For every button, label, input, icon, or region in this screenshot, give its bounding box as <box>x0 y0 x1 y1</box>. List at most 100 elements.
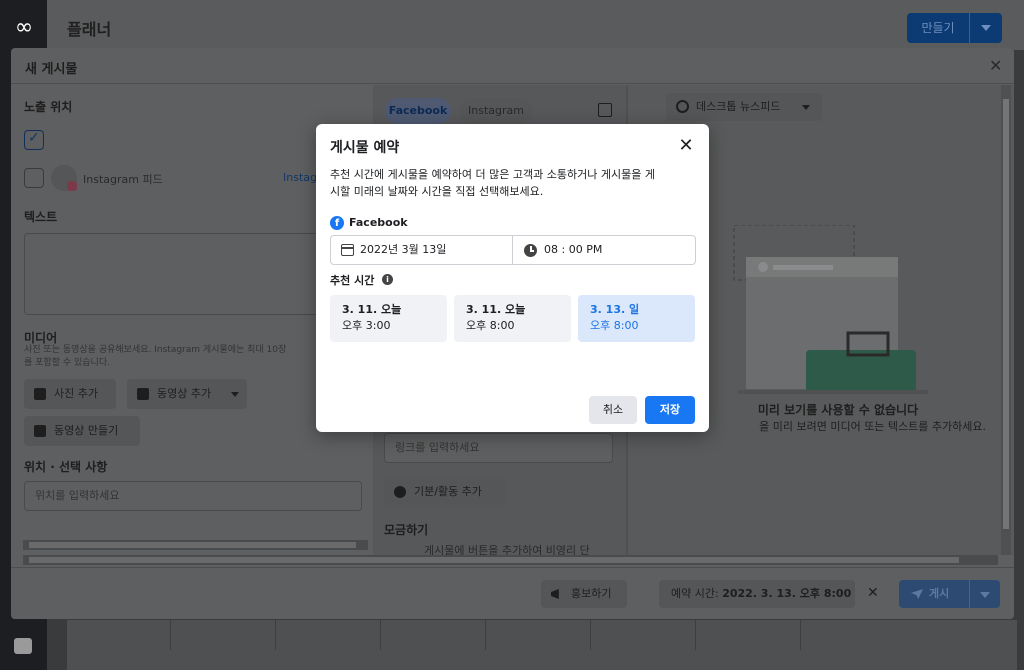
tab-facebook[interactable]: Facebook <box>385 98 451 124</box>
info-icon[interactable]: i <box>382 274 393 285</box>
media-help-text: 사진 또는 동영상을 공유해보세요. Instagram 게시물에는 최대 10… <box>24 345 287 355</box>
slot-time: 오후 8:00 <box>590 319 639 332</box>
close-icon[interactable]: ✕ <box>989 56 1002 75</box>
recommended-slot-3[interactable]: 3. 13. 일 오후 8:00 <box>578 295 695 342</box>
modal-title: 새 게시물 <box>25 62 78 77</box>
datetime-picker: 2022년 3월 13일 08 : 00 PM <box>330 235 696 265</box>
meta-logo-icon[interactable]: ∞ <box>9 17 39 39</box>
location-input[interactable]: 위치를 입력하세요 <box>24 481 362 511</box>
left-horizontal-scrollbar[interactable] <box>23 540 368 550</box>
video-create-icon <box>34 425 46 437</box>
platform-label: f Facebook <box>330 215 408 231</box>
date-picker-field[interactable]: 2022년 3월 13일 <box>331 236 513 264</box>
calendar-icon <box>341 244 354 256</box>
calendar-divider <box>380 620 381 650</box>
instagram-account-link[interactable]: Instag <box>283 171 317 184</box>
page-title: 플래너 <box>67 20 112 39</box>
slot-date: 3. 13. 일 <box>590 303 640 316</box>
dialog-title: 게시물 예약 <box>330 140 400 156</box>
facebook-logo-icon: f <box>330 216 344 230</box>
layout-toggle-icon[interactable] <box>598 103 612 117</box>
calendar-divider <box>695 620 696 650</box>
schedule-post-dialog: 게시물 예약 ✕ 추천 시간에 게시물을 예약하여 더 많은 고객과 소통하거나… <box>316 124 709 432</box>
placement-label: 노출 위치 <box>24 100 73 114</box>
placement-checkbox-instagram[interactable] <box>24 168 44 188</box>
publish-label: 게시 <box>929 587 950 600</box>
scroll-thumb[interactable] <box>29 557 959 563</box>
modal-header: 새 게시물 ✕ <box>11 48 1014 84</box>
calendar-divider <box>800 620 801 650</box>
text-section-label: 텍스트 <box>24 210 58 224</box>
slot-date: 3. 11. 오늘 <box>466 303 526 316</box>
instagram-icon <box>67 181 77 191</box>
tab-instagram[interactable]: Instagram <box>459 98 533 124</box>
recommended-slot-1[interactable]: 3. 11. 오늘 오후 3:00 <box>330 295 447 342</box>
top-bar: 플래너 만들기 <box>47 0 1024 50</box>
preview-placement-select[interactable]: 데스크톱 뉴스피드 <box>666 93 822 121</box>
scroll-thumb[interactable] <box>1003 99 1009 529</box>
send-icon <box>911 589 923 599</box>
post-text-area[interactable] <box>24 233 359 315</box>
preview-unavailable-illustration <box>733 225 928 394</box>
facebook-icon <box>676 100 689 113</box>
scheduled-time-chip[interactable]: 예약 시간: 2022. 3. 13. 오후 8:00 <box>659 580 855 608</box>
slot-time: 오후 3:00 <box>342 319 391 332</box>
chevron-down-icon <box>802 105 810 110</box>
cancel-button[interactable]: 취소 <box>589 396 637 424</box>
composer-horizontal-scrollbar[interactable] <box>23 555 998 565</box>
preview-vertical-scrollbar[interactable] <box>1001 85 1011 555</box>
create-video-button[interactable]: 동영상 만들기 <box>24 416 140 446</box>
dialog-description-line-2: 시할 미래의 날짜와 시간을 직접 선택해보세요. <box>330 185 544 198</box>
link-input[interactable]: 링크를 입력하세요 <box>384 433 613 463</box>
feeling-activity-label: 기분/활동 추가 <box>414 485 482 498</box>
time-picker-field[interactable]: 08 : 00 PM <box>514 236 696 264</box>
planner-calendar <box>67 620 1017 670</box>
modal-footer: 홍보하기 예약 시간: 2022. 3. 13. 오후 8:00 ✕ 게시 <box>11 567 1014 619</box>
media-help-text-2: 를 포함할 수 있습니다. <box>24 358 110 368</box>
dialog-description: 추천 시간에 게시물을 예약하여 더 많은 고객과 소통하거나 게시물을 게 시… <box>330 166 700 200</box>
promote-label: 홍보하기 <box>571 587 612 600</box>
close-icon[interactable]: ✕ <box>674 134 698 158</box>
preview-unavailable-title: 미리 보기를 사용할 수 없습니다 <box>757 403 919 417</box>
calendar-divider <box>485 620 486 650</box>
create-button[interactable]: 만들기 <box>907 13 969 43</box>
create-dropdown-caret[interactable] <box>970 13 1002 43</box>
clear-schedule-icon[interactable]: ✕ <box>867 585 879 601</box>
schedule-value: 2022. 3. 13. 오후 8:00 <box>722 587 852 600</box>
calendar-divider <box>275 620 276 650</box>
slot-time: 오후 8:00 <box>466 319 515 332</box>
clock-icon <box>524 244 537 257</box>
smiley-icon <box>394 486 406 498</box>
preview-placement-value: 데스크톱 뉴스피드 <box>696 100 781 113</box>
add-photo-button[interactable]: 사진 추가 <box>24 379 116 409</box>
megaphone-icon <box>551 589 559 599</box>
platform-name: Facebook <box>349 216 408 229</box>
date-value: 2022년 3월 13일 <box>360 243 447 256</box>
dialog-description-line-1: 추천 시간에 게시물을 예약하여 더 많은 고객과 소통하거나 게시물을 게 <box>330 168 655 181</box>
add-video-label: 동영상 추가 <box>157 387 212 400</box>
publish-dropdown-caret[interactable] <box>970 580 1000 608</box>
video-icon <box>137 388 149 400</box>
photo-icon <box>34 388 46 400</box>
recommended-times-label: 추천 시간 <box>330 274 375 287</box>
promote-button[interactable]: 홍보하기 <box>541 580 627 608</box>
time-value: 08 : 00 PM <box>544 243 603 256</box>
feedback-icon[interactable] <box>14 638 32 654</box>
calendar-divider <box>590 620 591 650</box>
scroll-thumb[interactable] <box>29 542 356 548</box>
slot-date: 3. 11. 오늘 <box>342 303 402 316</box>
add-video-button[interactable]: 동영상 추가 <box>127 379 247 409</box>
publish-button[interactable]: 게시 <box>899 580 969 608</box>
location-label: 위치 · 선택 사항 <box>24 460 108 474</box>
create-video-label: 동영상 만들기 <box>54 424 119 437</box>
feeling-activity-button[interactable]: 기분/활동 추가 <box>384 477 505 507</box>
placement-checkbox-facebook[interactable] <box>24 130 44 150</box>
fundraise-label: 모금하기 <box>384 523 429 537</box>
calendar-divider <box>170 620 171 650</box>
recommended-slot-2[interactable]: 3. 11. 오늘 오후 8:00 <box>454 295 571 342</box>
schedule-prefix: 예약 시간: <box>671 587 719 600</box>
chevron-down-icon <box>231 392 239 397</box>
add-photo-label: 사진 추가 <box>54 387 98 400</box>
save-button[interactable]: 저장 <box>645 396 695 424</box>
placement-instagram-label: Instagram 피드 <box>83 173 163 186</box>
